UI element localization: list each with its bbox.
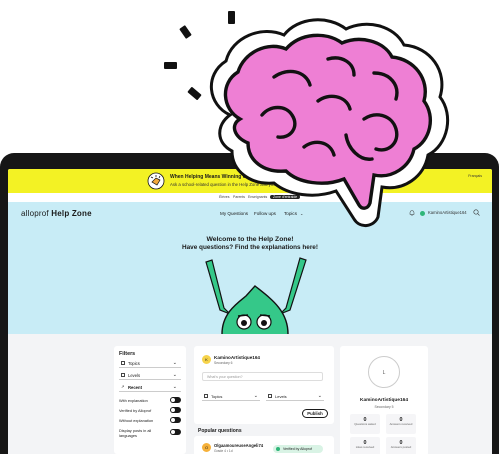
- toggle-label-without-explanation: Without explanation: [119, 418, 154, 423]
- verified-badge: Verified by Alloprof: [273, 445, 323, 453]
- publish-button[interactable]: Publish: [302, 409, 328, 418]
- profile-username: KaminoArtistique164: [360, 398, 408, 403]
- book-icon: [204, 394, 208, 398]
- filter-levels-label: Levels: [128, 373, 141, 378]
- ask-levels-label: Levels: [275, 394, 287, 399]
- chevron-down-icon: ⌄: [172, 360, 177, 366]
- sort-label: Recent: [128, 385, 142, 390]
- ask-levels-select[interactable]: Levels ⌄: [266, 392, 324, 401]
- ask-question-card: K KaminoArtistique164 Secondary 6 What's…: [194, 346, 334, 424]
- popular-questions-title: Popular questions: [198, 428, 242, 434]
- decor-dash: [164, 62, 177, 69]
- popular-question-item[interactable]: O OlgaamoureuseAngeli74 Grade 4 • 1d Ver…: [194, 436, 334, 454]
- ask-topics-label: Topics: [211, 394, 223, 399]
- ask-user-level: Secondary 6: [214, 361, 233, 365]
- profile-avatar[interactable]: L: [368, 356, 400, 388]
- chevron-down-icon: ⌄: [172, 384, 177, 390]
- stat-likes-received: 0 Likes received: [350, 437, 380, 454]
- profile-card: L KaminoArtistique164 Secondary 5 0 Ques…: [340, 346, 428, 454]
- filter-topics-label: Topics: [128, 361, 140, 366]
- avatar: K: [202, 355, 211, 364]
- filter-topics-select[interactable]: Topics ⌄: [119, 359, 181, 368]
- toggle-with-explanation[interactable]: [170, 397, 181, 403]
- stat-label: Likes received: [355, 445, 375, 449]
- chevron-down-icon: ⌄: [172, 372, 177, 378]
- sort-select[interactable]: ↗ Recent ⌄: [119, 383, 181, 392]
- logo-product: Help Zone: [51, 209, 92, 218]
- toggle-label-verified: Verified by Alloprof: [119, 408, 152, 413]
- language-link[interactable]: Français: [468, 174, 482, 178]
- sort-icon: ↗: [121, 384, 125, 389]
- search-icon[interactable]: [473, 209, 480, 216]
- toggle-all-languages[interactable]: [170, 429, 181, 435]
- hero-section: Welcome to the Help Zone! Have questions…: [8, 224, 492, 365]
- popular-meta: Grade 4 • 1d: [214, 449, 233, 453]
- stat-answers-posted: 0 Answers posted: [386, 437, 416, 454]
- popular-username: OlgaamoureuseAngeli74: [214, 443, 264, 448]
- question-input[interactable]: What's your question?: [202, 372, 323, 381]
- ask-topics-select[interactable]: Topics ⌄: [202, 392, 260, 401]
- ask-username: KaminoArtistique164: [214, 355, 260, 360]
- levels-icon: [268, 394, 272, 398]
- brain-icon: [209, 18, 450, 227]
- book-icon: [121, 361, 125, 365]
- levels-icon: [121, 373, 125, 377]
- chevron-down-icon: ⌄: [317, 393, 322, 399]
- stat-answers-received: 0 Answers received: [386, 414, 416, 434]
- hero-title: Welcome to the Help Zone!: [206, 236, 294, 243]
- toggle-verified[interactable]: [170, 407, 181, 413]
- stat-label: Answers received: [389, 422, 413, 426]
- chevron-down-icon: ⌄: [253, 393, 258, 399]
- filters-panel: Filters Topics ⌄ Levels ⌄ ↗ Recent ⌄ Wit…: [114, 346, 186, 454]
- toggle-label-all-languages: Display posts in all languages: [119, 428, 152, 438]
- logo-brand: alloprof: [21, 209, 49, 218]
- stat-label: Answers posted: [390, 445, 412, 449]
- hand-megaphone-icon: [147, 172, 165, 190]
- avatar: O: [202, 443, 211, 452]
- site-logo[interactable]: alloprof Help Zone: [21, 209, 92, 218]
- hero-subtitle: Have questions? Find the explanations he…: [181, 244, 318, 251]
- filter-levels-select[interactable]: Levels ⌄: [119, 371, 181, 380]
- toggle-label-with-explanation: With explanation: [119, 398, 148, 403]
- profile-level: Secondary 5: [374, 405, 394, 409]
- filters-title: Filters: [119, 351, 136, 357]
- stat-questions-asked: 0 Questions asked: [350, 414, 380, 434]
- content-area: Filters Topics ⌄ Levels ⌄ ↗ Recent ⌄ Wit…: [8, 334, 492, 454]
- toggle-without-explanation[interactable]: [170, 417, 181, 423]
- stat-label: Questions asked: [354, 422, 376, 426]
